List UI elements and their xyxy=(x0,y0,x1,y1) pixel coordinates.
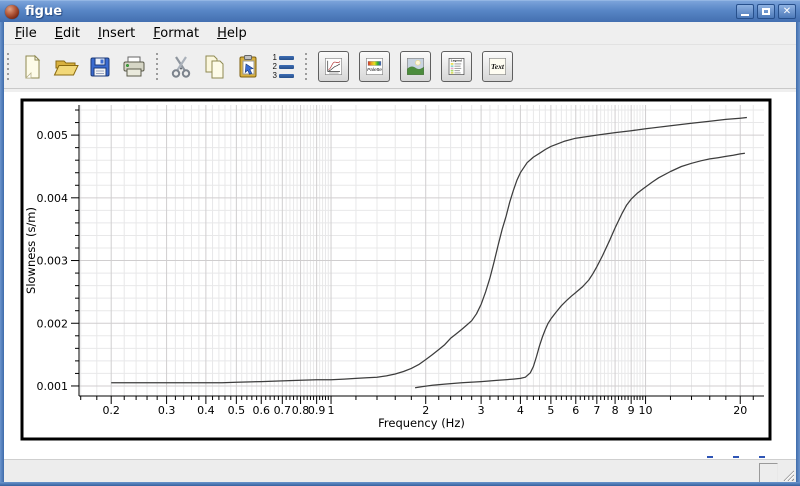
svg-text:3: 3 xyxy=(478,404,485,417)
item-list-button[interactable]: 1 2 3 xyxy=(267,51,299,83)
menu-insert[interactable]: Insert xyxy=(89,24,144,43)
svg-text:9: 9 xyxy=(628,404,635,417)
menu-bar: File Edit Insert Format Help xyxy=(0,22,800,45)
list-bar xyxy=(279,56,294,60)
cut-button[interactable] xyxy=(165,51,197,83)
status-field xyxy=(759,463,778,483)
svg-text:0.3: 0.3 xyxy=(158,404,176,417)
palette-icon: Palette xyxy=(366,54,383,79)
insert-plot-button[interactable] xyxy=(318,51,349,82)
svg-text:20: 20 xyxy=(733,404,747,417)
toolbar: 1 2 3 xyxy=(0,45,800,89)
svg-text:Text: Text xyxy=(491,62,505,71)
svg-text:Slowness (s/m): Slowness (s/m) xyxy=(24,207,38,294)
svg-text:0.6: 0.6 xyxy=(253,404,271,417)
svg-text:1: 1 xyxy=(328,404,335,417)
legend-icon: Legend xyxy=(448,54,465,79)
svg-text:6: 6 xyxy=(572,404,579,417)
app-icon xyxy=(5,5,19,19)
title-bar[interactable]: figue ✕ xyxy=(0,0,800,22)
svg-text:0.002: 0.002 xyxy=(37,317,69,330)
list-number: 1 xyxy=(272,54,277,61)
resize-grip[interactable] xyxy=(782,469,794,481)
scrollbar-remnant-mark xyxy=(759,456,765,458)
menu-help[interactable]: Help xyxy=(208,24,256,43)
svg-text:Legend: Legend xyxy=(451,59,462,63)
figure-canvas[interactable]: 0.20.30.40.50.60.70.80.912345678910200.0… xyxy=(4,92,796,459)
dispersion-plot[interactable]: 0.20.30.40.50.60.70.80.912345678910200.0… xyxy=(4,92,796,459)
insert-legend-button[interactable]: Legend xyxy=(441,51,472,82)
close-icon: ✕ xyxy=(783,7,791,17)
save-button[interactable] xyxy=(84,51,116,83)
paste-clipboard-icon xyxy=(236,54,262,80)
svg-text:Palette: Palette xyxy=(367,67,382,73)
scrollbar-remnant-mark xyxy=(733,456,739,458)
print-icon xyxy=(121,54,147,80)
copy-button[interactable] xyxy=(199,51,231,83)
insert-image-button[interactable] xyxy=(400,51,431,82)
list-bar xyxy=(279,74,294,78)
svg-text:0.2: 0.2 xyxy=(102,404,120,417)
svg-text:5: 5 xyxy=(547,404,554,417)
cut-scissors-icon xyxy=(168,54,194,80)
svg-text:0.004: 0.004 xyxy=(37,192,69,205)
application-window: figue ✕ File Edit Insert Format Help xyxy=(0,0,800,486)
menu-edit[interactable]: Edit xyxy=(46,24,89,43)
toolbar-handle[interactable] xyxy=(155,53,160,81)
svg-text:4: 4 xyxy=(517,404,524,417)
plot-icon xyxy=(325,54,342,79)
status-bar xyxy=(4,459,796,483)
window-controls: ✕ xyxy=(736,4,796,19)
window-border-right xyxy=(796,22,800,482)
svg-text:7: 7 xyxy=(593,404,600,417)
text-icon: Text xyxy=(489,54,506,79)
svg-text:0.8: 0.8 xyxy=(292,404,310,417)
toolbar-handle[interactable] xyxy=(6,53,11,81)
paste-button[interactable] xyxy=(233,51,265,83)
numbered-list-icon: 1 2 3 xyxy=(272,54,294,79)
copy-icon xyxy=(202,54,228,80)
svg-text:Frequency (Hz): Frequency (Hz) xyxy=(378,416,465,430)
list-number: 3 xyxy=(272,72,277,79)
palette-button[interactable]: Palette xyxy=(359,51,390,82)
maximize-icon xyxy=(762,8,770,15)
window-border-left xyxy=(0,22,4,482)
save-floppy-icon xyxy=(87,54,113,80)
svg-text:0.003: 0.003 xyxy=(37,255,69,268)
window-title: figue xyxy=(25,4,62,19)
svg-text:0.4: 0.4 xyxy=(197,404,215,417)
svg-text:10: 10 xyxy=(639,404,653,417)
maximize-button[interactable] xyxy=(757,4,775,19)
menu-format[interactable]: Format xyxy=(144,24,208,43)
new-document-icon xyxy=(19,54,45,80)
open-folder-icon xyxy=(53,54,79,80)
scrollbar-remnant-mark xyxy=(707,456,713,458)
svg-text:0.005: 0.005 xyxy=(37,129,69,142)
minimize-button[interactable] xyxy=(736,4,754,19)
close-button[interactable]: ✕ xyxy=(778,4,796,19)
window-border-bottom xyxy=(0,482,800,486)
print-button[interactable] xyxy=(118,51,150,83)
insert-text-button[interactable]: Text xyxy=(482,51,513,82)
svg-text:0.9: 0.9 xyxy=(308,404,326,417)
new-document-button[interactable] xyxy=(16,51,48,83)
list-bar xyxy=(279,65,294,69)
svg-text:0.7: 0.7 xyxy=(274,404,292,417)
minimize-icon xyxy=(741,14,749,16)
toolbar-handle[interactable] xyxy=(304,53,309,81)
svg-text:8: 8 xyxy=(612,404,619,417)
list-number: 2 xyxy=(272,63,277,70)
dispersion-curve-fundamental-mode xyxy=(111,118,747,383)
open-file-button[interactable] xyxy=(50,51,82,83)
menu-file[interactable]: File xyxy=(6,24,46,43)
svg-text:0.001: 0.001 xyxy=(37,380,69,393)
image-icon xyxy=(407,54,424,79)
svg-text:0.5: 0.5 xyxy=(228,404,246,417)
